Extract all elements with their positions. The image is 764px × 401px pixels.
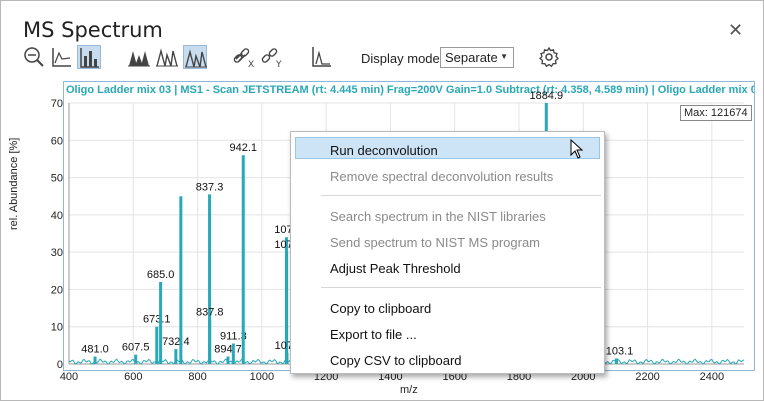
y-tick-label: 0: [57, 359, 63, 371]
x-tick-label: 2200: [635, 371, 659, 383]
peak-label: 942.1: [229, 142, 257, 154]
x-tick-label: 600: [124, 371, 142, 383]
menu-separator: [321, 287, 601, 288]
peak-label: 837.3: [196, 181, 224, 193]
menu-separator: [321, 195, 601, 196]
y-tick-label: 30: [51, 247, 63, 259]
x-tick-label: 2400: [700, 371, 724, 383]
x-tick-label: 400: [60, 371, 78, 383]
menu-item-copy-csv[interactable]: Copy CSV to clipboard: [330, 353, 462, 368]
menu-item-remove-deconvolution[interactable]: Remove spectral deconvolution results: [330, 169, 553, 184]
peak-label: 607.5: [122, 342, 150, 354]
context-menu: Run deconvolution Remove spectral deconv…: [290, 131, 605, 374]
peak-label: 894.7: [214, 344, 242, 356]
menu-item-run-deconvolution[interactable]: Run deconvolution: [330, 143, 438, 158]
x-tick-label: 800: [188, 371, 206, 383]
y-tick-label: 70: [51, 98, 63, 110]
menu-item-export-file[interactable]: Export to file ...: [330, 327, 417, 342]
menu-item-search-nist[interactable]: Search spectrum in the NIST libraries: [330, 209, 546, 224]
menu-item-adjust-threshold[interactable]: Adjust Peak Threshold: [330, 261, 461, 276]
y-tick-label: 40: [51, 210, 63, 222]
mouse-cursor-icon: [570, 138, 584, 164]
y-tick-label: 60: [51, 135, 63, 147]
y-tick-label: 50: [51, 173, 63, 185]
peak-label: 837.8: [196, 306, 224, 318]
max-label: Max: 121674: [680, 105, 752, 121]
y-tick-label: 20: [51, 284, 63, 296]
peak-label: 685.0: [147, 269, 175, 281]
menu-item-send-nist[interactable]: Send spectrum to NIST MS program: [330, 235, 540, 250]
peak-label: 1884.9: [529, 90, 563, 102]
y-tick-label: 10: [51, 322, 63, 334]
peak-label: 673.1: [143, 314, 171, 326]
peak-label: 732.4: [162, 336, 190, 348]
menu-item-copy-clipboard[interactable]: Copy to clipboard: [330, 301, 431, 316]
x-tick-label: 1000: [250, 371, 274, 383]
peak-label: 481.0: [81, 344, 109, 356]
